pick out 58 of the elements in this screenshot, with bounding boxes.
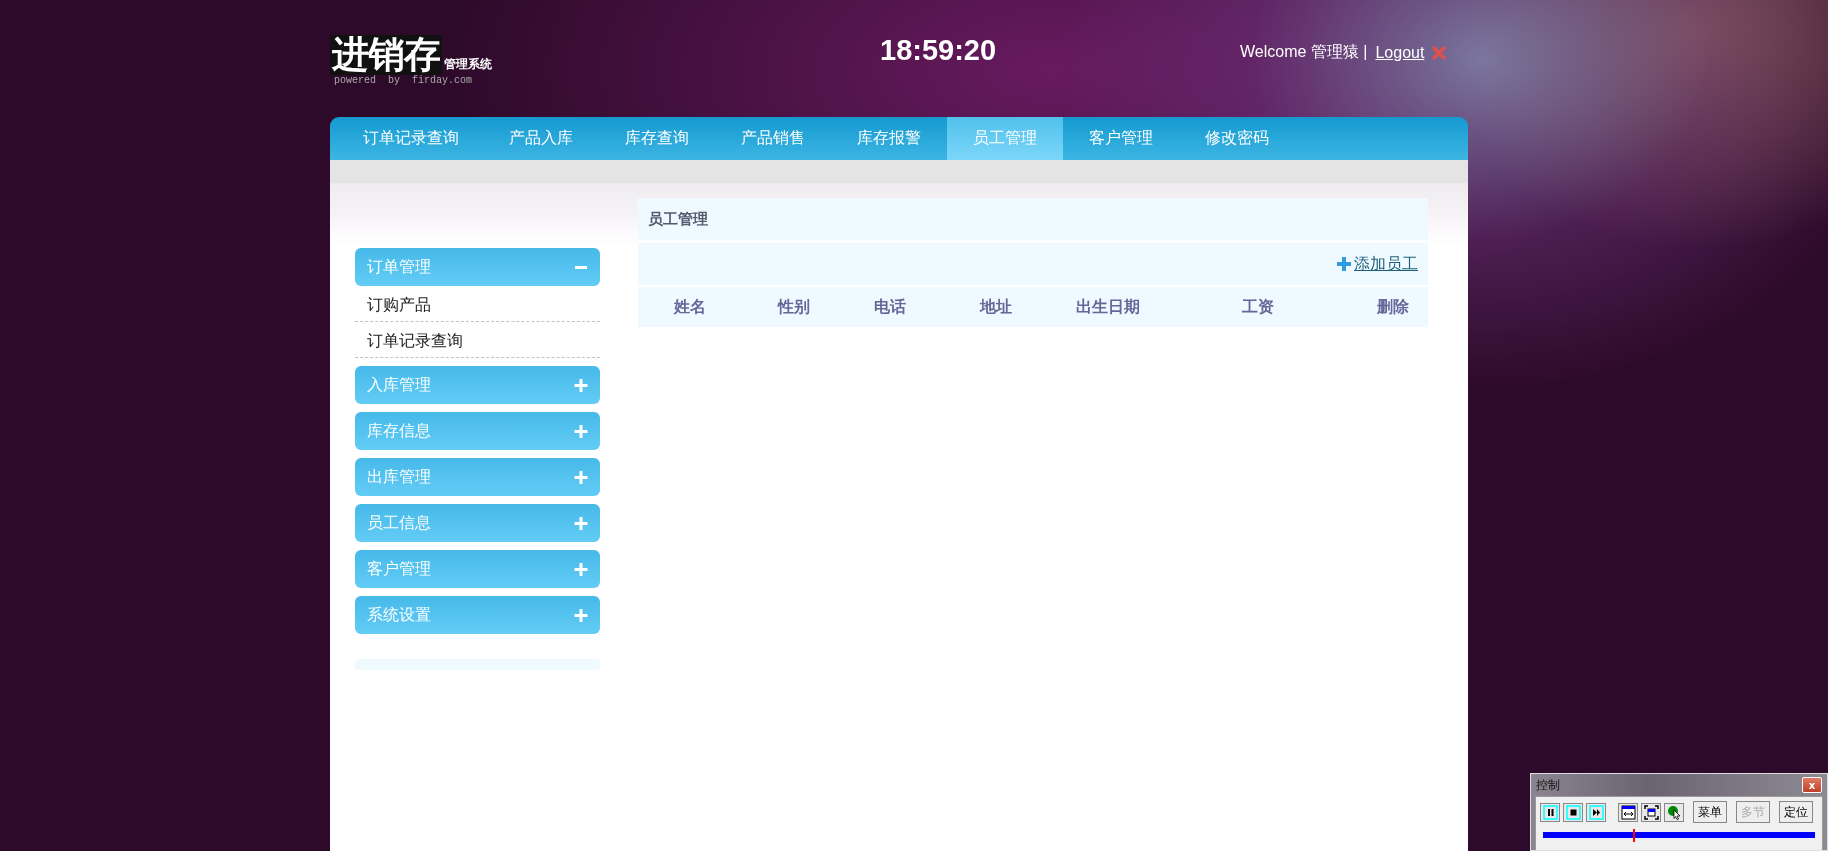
toolbar-button[interactable]: 菜单 (1693, 801, 1727, 823)
plus-icon[interactable] (574, 469, 588, 485)
welcome-text: Welcome 管理猿 | (1240, 42, 1368, 62)
menu-header[interactable]: 客户管理 (355, 550, 600, 588)
menu-title: 客户管理 (367, 558, 431, 579)
fast-forward-button[interactable] (1586, 802, 1606, 822)
logout-link[interactable]: Logout (1375, 43, 1425, 62)
menu-header[interactable]: 出库管理 (355, 458, 600, 496)
plus-icon[interactable] (574, 561, 588, 577)
menu-title: 员工信息 (367, 512, 431, 533)
nav-tab[interactable]: 库存报警 (831, 117, 947, 160)
menu-header[interactable]: 员工信息 (355, 504, 600, 542)
menu-title: 入库管理 (367, 374, 431, 395)
menu-item[interactable]: 订购产品 (355, 286, 600, 322)
progress-marker[interactable] (1632, 829, 1635, 842)
nav-tab[interactable]: 产品入库 (483, 117, 599, 160)
window-fit-button[interactable] (1618, 802, 1638, 822)
menu-title: 出库管理 (367, 466, 431, 487)
column-header: 地址 (978, 296, 1013, 317)
column-header: 出生日期 (1075, 296, 1141, 317)
plus-icon[interactable] (574, 515, 588, 531)
column-header: 性别 (776, 296, 811, 317)
nav-tab[interactable]: 修改密码 (1179, 117, 1295, 160)
cursor-button[interactable] (1664, 802, 1684, 822)
menu-item[interactable]: 订单记录查询 (355, 322, 600, 358)
column-header: 删除 (1376, 296, 1410, 317)
column-header: 工资 (1241, 296, 1275, 317)
pause-button[interactable] (1540, 802, 1560, 822)
nav-tab[interactable]: 库存查询 (599, 117, 715, 160)
nav-tab[interactable]: 客户管理 (1063, 117, 1179, 160)
nav-tab[interactable]: 员工管理 (947, 117, 1063, 160)
close-icon[interactable] (1432, 45, 1447, 60)
add-employee-link[interactable]: 添加员工 (1354, 253, 1418, 275)
menu-header[interactable]: 库存信息 (355, 412, 600, 450)
close-button[interactable]: x (1802, 777, 1822, 793)
fullscreen-button[interactable] (1641, 802, 1661, 822)
stop-button[interactable] (1563, 802, 1583, 822)
plus-icon[interactable] (574, 377, 588, 393)
menu-title: 系统设置 (367, 604, 431, 625)
logo-tagline: powered by firday.com (334, 75, 474, 86)
nav-tab[interactable]: 订单记录查询 (339, 117, 483, 160)
clock: 18:59:20 (880, 34, 998, 67)
panel-title: 员工管理 (638, 198, 1428, 240)
plus-icon (1336, 256, 1352, 272)
menu-title: 库存信息 (367, 420, 431, 441)
toolbar-button[interactable]: 定位 (1779, 801, 1813, 823)
plus-icon[interactable] (574, 423, 588, 439)
plus-icon[interactable] (574, 607, 588, 623)
menu-header[interactable]: 订单管理 (355, 248, 600, 286)
column-header: 姓名 (672, 296, 707, 317)
logo-title: 进销存 (330, 35, 442, 75)
menu-header[interactable]: 入库管理 (355, 366, 600, 404)
column-header: 电话 (873, 296, 907, 317)
window-title: 控制 (1536, 776, 1560, 794)
menu-title: 订单管理 (367, 256, 431, 277)
nav-tab[interactable]: 产品销售 (715, 117, 831, 160)
menu-header[interactable]: 系统设置 (355, 596, 600, 634)
logo-subtitle: 管理系统 (444, 56, 492, 73)
